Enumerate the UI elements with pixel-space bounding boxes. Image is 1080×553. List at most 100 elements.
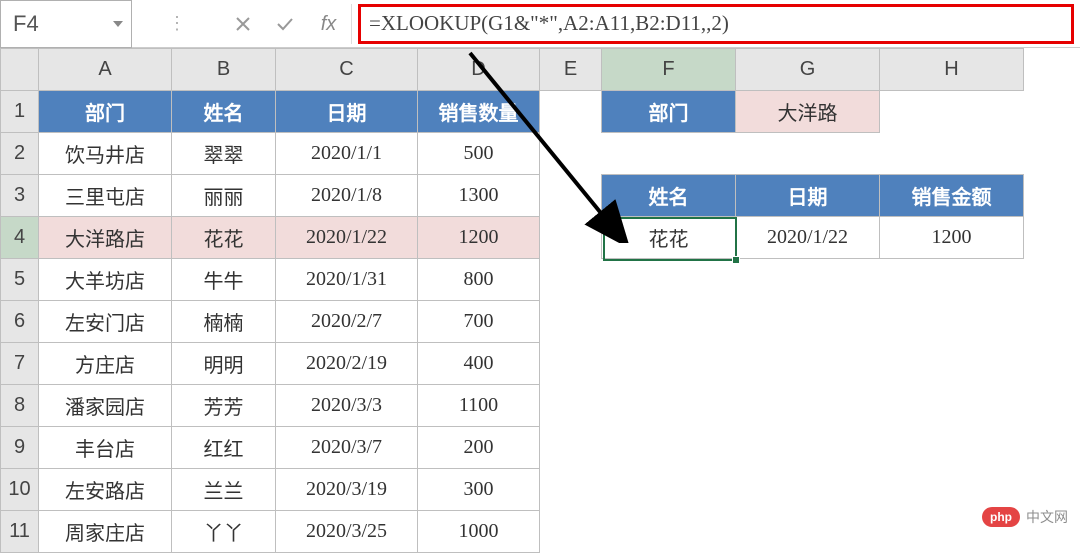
row-header[interactable]: 11 <box>1 511 39 553</box>
lookup-header[interactable]: 销售金额 <box>880 175 1024 217</box>
cell[interactable]: 2020/3/25 <box>276 511 418 553</box>
cell[interactable]: 1300 <box>418 175 540 217</box>
col-header-D[interactable]: D <box>418 49 540 91</box>
cell[interactable] <box>880 91 1024 133</box>
cell[interactable]: 潘家园店 <box>39 385 172 427</box>
name-box[interactable]: F4 <box>0 0 132 48</box>
cell[interactable]: 400 <box>418 343 540 385</box>
row-header[interactable]: 1 <box>1 91 39 133</box>
cell[interactable] <box>880 343 1024 385</box>
cell[interactable]: 牛牛 <box>172 259 276 301</box>
cell[interactable]: 丽丽 <box>172 175 276 217</box>
row-header[interactable]: 6 <box>1 301 39 343</box>
lookup-header[interactable]: 日期 <box>736 175 880 217</box>
lookup-label-dept[interactable]: 部门 <box>602 91 736 133</box>
cell[interactable]: 2020/3/19 <box>276 469 418 511</box>
cell[interactable]: 花花 <box>172 217 276 259</box>
table-header[interactable]: 部门 <box>39 91 172 133</box>
row-header[interactable]: 9 <box>1 427 39 469</box>
cell[interactable] <box>602 343 736 385</box>
cell[interactable]: 芳芳 <box>172 385 276 427</box>
cell[interactable]: 1000 <box>418 511 540 553</box>
cell[interactable] <box>540 91 602 133</box>
cell[interactable] <box>880 301 1024 343</box>
cell[interactable]: 2020/2/7 <box>276 301 418 343</box>
cell[interactable]: 2020/3/7 <box>276 427 418 469</box>
cell[interactable] <box>540 343 602 385</box>
cell[interactable]: 红红 <box>172 427 276 469</box>
spreadsheet-grid[interactable]: A B C D E F G H 1 部门 姓名 日期 销售数量 部门 大洋路 2… <box>0 48 1080 553</box>
cell[interactable] <box>736 385 880 427</box>
row-header[interactable]: 7 <box>1 343 39 385</box>
cancel-icon[interactable] <box>222 0 264 48</box>
cell[interactable] <box>880 259 1024 301</box>
confirm-icon[interactable] <box>264 0 306 48</box>
cell[interactable]: 2020/1/31 <box>276 259 418 301</box>
cell[interactable] <box>540 175 602 217</box>
cell[interactable]: 大羊坊店 <box>39 259 172 301</box>
formula-input[interactable]: =XLOOKUP(G1&"*",A2:A11,B2:D11,,2) <box>358 4 1074 44</box>
cell[interactable] <box>736 301 880 343</box>
cell[interactable] <box>540 133 602 175</box>
cell[interactable]: 1200 <box>418 217 540 259</box>
table-header[interactable]: 姓名 <box>172 91 276 133</box>
cell[interactable] <box>540 301 602 343</box>
cell[interactable]: 丰台店 <box>39 427 172 469</box>
cell[interactable]: 翠翠 <box>172 133 276 175</box>
cell[interactable] <box>602 259 736 301</box>
lookup-result-name[interactable]: 花花 <box>602 217 736 259</box>
lookup-header[interactable]: 姓名 <box>602 175 736 217</box>
cell[interactable] <box>540 385 602 427</box>
cell[interactable]: 左安路店 <box>39 469 172 511</box>
cell[interactable]: 500 <box>418 133 540 175</box>
col-header-H[interactable]: H <box>880 49 1024 91</box>
cell[interactable] <box>540 469 602 511</box>
select-all-corner[interactable] <box>1 49 39 91</box>
cell[interactable]: 2020/1/22 <box>276 217 418 259</box>
cell[interactable] <box>602 511 736 553</box>
fill-handle[interactable] <box>732 256 740 264</box>
cell[interactable]: 2020/1/1 <box>276 133 418 175</box>
cell[interactable] <box>880 469 1024 511</box>
cell[interactable] <box>602 133 736 175</box>
lookup-result-date[interactable]: 2020/1/22 <box>736 217 880 259</box>
row-header[interactable]: 10 <box>1 469 39 511</box>
chevron-down-icon[interactable] <box>113 21 123 27</box>
cell[interactable] <box>736 343 880 385</box>
cell[interactable] <box>602 385 736 427</box>
col-header-B[interactable]: B <box>172 49 276 91</box>
row-header[interactable]: 8 <box>1 385 39 427</box>
cell[interactable]: 明明 <box>172 343 276 385</box>
cell[interactable] <box>880 133 1024 175</box>
cell[interactable]: 周家庄店 <box>39 511 172 553</box>
table-header[interactable]: 销售数量 <box>418 91 540 133</box>
row-header[interactable]: 5 <box>1 259 39 301</box>
cell[interactable]: 2020/3/3 <box>276 385 418 427</box>
cell[interactable] <box>736 259 880 301</box>
cell[interactable] <box>880 427 1024 469</box>
col-header-A[interactable]: A <box>39 49 172 91</box>
cell[interactable]: 楠楠 <box>172 301 276 343</box>
cell[interactable] <box>602 469 736 511</box>
cell[interactable] <box>736 511 880 553</box>
cell[interactable]: 左安门店 <box>39 301 172 343</box>
cell[interactable]: 800 <box>418 259 540 301</box>
cell[interactable]: 200 <box>418 427 540 469</box>
col-header-G[interactable]: G <box>736 49 880 91</box>
col-header-F[interactable]: F <box>602 49 736 91</box>
cell[interactable] <box>602 427 736 469</box>
cell[interactable]: 三里屯店 <box>39 175 172 217</box>
cell[interactable]: 饮马井店 <box>39 133 172 175</box>
cell[interactable] <box>736 469 880 511</box>
lookup-result-amount[interactable]: 1200 <box>880 217 1024 259</box>
cell[interactable]: 大洋路店 <box>39 217 172 259</box>
fx-label[interactable]: fx <box>306 4 352 44</box>
cell[interactable] <box>602 301 736 343</box>
cell[interactable]: 2020/2/19 <box>276 343 418 385</box>
cell[interactable]: 700 <box>418 301 540 343</box>
cell[interactable]: 兰兰 <box>172 469 276 511</box>
cell[interactable]: 300 <box>418 469 540 511</box>
cell[interactable] <box>736 133 880 175</box>
row-header[interactable]: 3 <box>1 175 39 217</box>
cell[interactable] <box>540 427 602 469</box>
